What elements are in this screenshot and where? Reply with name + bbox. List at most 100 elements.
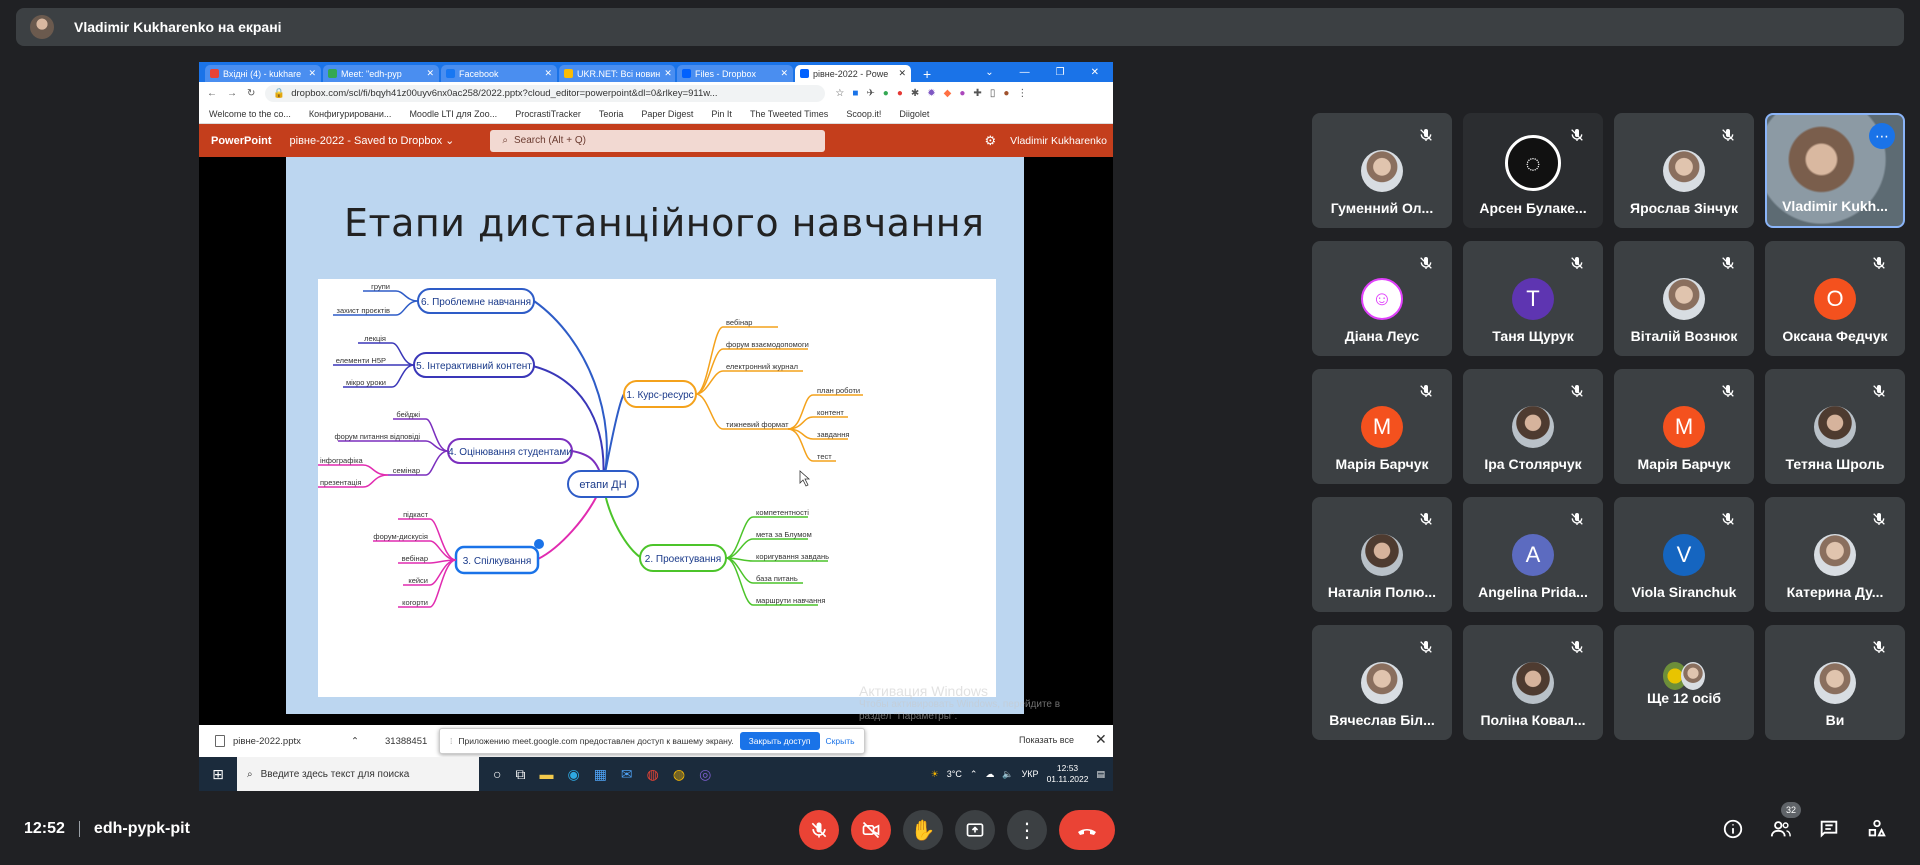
task-view-icon[interactable]: ⧉ [515,766,525,783]
search-box[interactable]: ⌕ Search (Alt + Q) [490,129,826,152]
taskbar-search[interactable]: ⌕ Введите здесь текст для поиска [237,757,479,791]
bookmark-item[interactable]: ProcrastiTracker [515,109,581,119]
volume-icon[interactable]: 🔈 [1002,769,1013,780]
download-item[interactable]: 31388451 [367,736,427,747]
mail-icon[interactable]: ✉ [621,766,633,783]
participant-tile[interactable]: Гуменний Ол... [1312,113,1452,228]
bookmark-item[interactable]: Moodle LTI для Zoo... [409,109,497,119]
participant-tile[interactable]: Поліна Ковал... [1463,625,1603,740]
participant-tile[interactable]: М Марія Барчук [1312,369,1452,484]
browser-tab[interactable]: рівне-2022 - Powe ✕ [795,65,911,82]
close-tab-icon[interactable]: ✕ [544,68,552,79]
file-explorer-icon[interactable]: ▬ [539,766,553,783]
participant-tile[interactable]: ◌ Арсен Булаке... [1463,113,1603,228]
drag-handle-icon[interactable]: ⁞ [450,736,452,746]
sidebar-icon[interactable]: ▯ [990,88,996,99]
cortana-icon[interactable]: ○ [493,766,501,783]
close-tab-icon[interactable]: ✕ [308,68,316,79]
close-tab-icon[interactable]: ✕ [898,68,906,79]
user-name[interactable]: Vladimir Kukharenko [1010,135,1107,147]
participant-tile[interactable]: Наталія Полю... [1312,497,1452,612]
participant-tile[interactable]: Вячеслав Біл... [1312,625,1452,740]
bookmark-item[interactable]: Scoop.it! [846,109,881,119]
back-icon[interactable]: ← [207,88,217,99]
camera-off-button[interactable] [851,810,891,850]
clock[interactable]: 12:53 01.11.2022 [1047,763,1089,785]
participant-tile[interactable]: Ви [1765,625,1905,740]
more-options-button[interactable]: ⋮ [1007,810,1047,850]
close-tab-icon[interactable]: ✕ [780,68,788,79]
extension-icon[interactable]: ◆ [944,88,952,99]
network-icon[interactable]: ☁ [985,769,994,780]
download-item[interactable]: рівне-2022.pptx ⌃ [199,735,367,747]
browser-tab[interactable]: UKR.NET: Всі новин ✕ [559,65,675,82]
tab-search-icon[interactable]: ⌄ [985,67,993,78]
participant-tile[interactable]: ☺ Діана Леус [1312,241,1452,356]
participant-tile[interactable]: A Angelina Prida... [1463,497,1603,612]
tray-chevron-icon[interactable]: ⌃ [970,769,978,780]
extension-icon[interactable]: ● [959,88,965,99]
participant-tile[interactable]: М Марія Барчук [1614,369,1754,484]
more-options-icon[interactable]: ⋯ [1869,123,1895,149]
participant-tile[interactable]: Ще 12 осіб [1614,625,1754,740]
maximize-icon[interactable]: ❐ [1056,67,1065,78]
hide-button[interactable]: Скрыть [826,736,855,746]
close-tab-icon[interactable]: ✕ [664,68,672,79]
gear-icon[interactable]: ⚙ [984,133,996,149]
close-tab-icon[interactable]: ✕ [426,68,434,79]
document-title[interactable]: рівне-2022 - Saved to Dropbox ⌄ [290,134,455,147]
chevron-up-icon[interactable]: ⌃ [351,736,359,747]
extension-icon[interactable]: ✱ [911,88,919,99]
close-window-icon[interactable]: ✕ [1091,67,1099,78]
weather-icon[interactable]: ☀ [931,769,939,780]
activities-icon[interactable] [1864,816,1890,842]
store-icon[interactable]: ▦ [594,766,607,783]
participant-tile[interactable]: Ярослав Зінчук [1614,113,1754,228]
chrome-icon[interactable]: ◍ [673,766,685,783]
bookmark-item[interactable]: Diigolet [899,109,929,119]
participant-tile[interactable]: Тетяна Шроль [1765,369,1905,484]
new-tab-button[interactable]: + [913,66,941,82]
reload-icon[interactable]: ↻ [247,88,255,99]
participant-tile[interactable]: Іра Столярчук [1463,369,1603,484]
extension-icon[interactable]: ✹ [927,88,935,99]
mic-off-button[interactable] [799,810,839,850]
bookmark-item[interactable]: Конфигурировани... [309,109,392,119]
language-indicator[interactable]: УКР [1022,769,1039,779]
bookmark-item[interactable]: Welcome to the co... [209,109,291,119]
participant-tile[interactable]: Віталій Вознюк [1614,241,1754,356]
profile-icon[interactable]: ● [1003,88,1009,99]
browser-tab[interactable]: Meet: "edh-pyp ✕ [323,65,439,82]
bookmark-item[interactable]: Paper Digest [641,109,693,119]
participant-tile[interactable]: Т Таня Щурук [1463,241,1603,356]
app-name[interactable]: PowerPoint [211,135,272,147]
puzzle-icon[interactable]: ✚ [973,88,981,99]
browser-tab[interactable]: Facebook ✕ [441,65,557,82]
people-icon[interactable] [1768,816,1794,842]
close-icon[interactable]: ✕ [1095,731,1107,748]
browser-tab[interactable]: Files - Dropbox ✕ [677,65,793,82]
extension-icon[interactable]: ✈ [866,88,874,99]
participant-tile[interactable]: Катерина Ду... [1765,497,1905,612]
info-icon[interactable] [1720,816,1746,842]
notifications-icon[interactable]: ▤ [1096,769,1105,780]
participant-tile[interactable]: V Viola Siranchuk [1614,497,1754,612]
extension-icon[interactable]: ■ [852,88,858,99]
chat-icon[interactable] [1816,816,1842,842]
windows-start-icon[interactable]: ⊞ [199,766,237,783]
minimize-icon[interactable]: — [1020,67,1030,78]
raise-hand-button[interactable]: ✋ [903,810,943,850]
browser-tab[interactable]: Вхідні (4) - kukhare ✕ [205,65,321,82]
bookmark-item[interactable]: Teoria [599,109,624,119]
edge-icon[interactable]: ◉ [567,766,579,783]
bookmark-item[interactable]: The Tweeted Times [750,109,828,119]
star-icon[interactable]: ☆ [835,88,844,99]
stop-sharing-button[interactable]: Закрыть доступ [739,732,820,750]
bookmark-item[interactable]: Pin It [711,109,732,119]
extension-icon[interactable]: ● [897,88,903,99]
show-all-button[interactable]: Показать все [1019,735,1074,745]
extension-icon[interactable]: ● [883,88,889,99]
chrome-icon[interactable]: ◍ [647,766,659,783]
present-button[interactable] [955,810,995,850]
forward-icon[interactable]: → [227,88,237,99]
